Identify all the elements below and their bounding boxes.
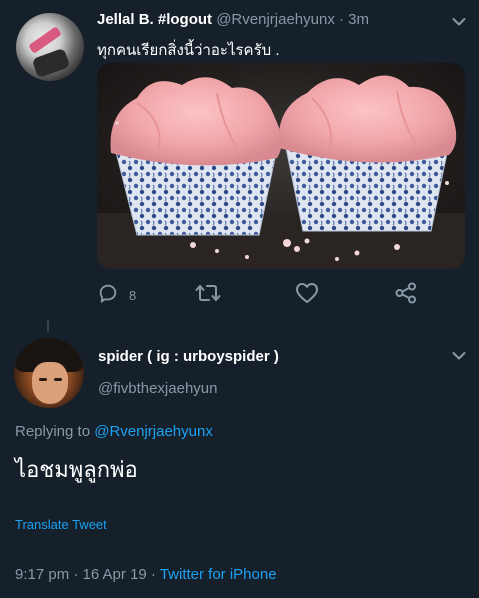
reply-count: 8 — [129, 287, 137, 303]
avatar-face — [32, 362, 68, 404]
avatar[interactable] — [16, 13, 84, 81]
replying-to: Replying to @Rvenjrjaehyunx — [15, 423, 213, 440]
chevron-down-icon[interactable] — [452, 17, 466, 27]
avatar-eye — [54, 378, 62, 381]
replying-to-handle[interactable]: @Rvenjrjaehyunx — [94, 423, 213, 440]
avatar-mask — [31, 47, 71, 79]
tweet-time[interactable]: 3m — [348, 11, 369, 28]
tweet-text: ทุกคนเรียกสิ่งนี้ว่าอะไรครับ . — [97, 42, 280, 59]
reply-button[interactable]: 8 — [97, 282, 136, 308]
tweet-card[interactable]: Jellal B. #logout @Rvenjrjaehyunx · 3m ท… — [0, 0, 479, 330]
source-link[interactable]: Twitter for iPhone — [160, 566, 277, 583]
tweet-actions: 8 — [97, 282, 427, 310]
chevron-down-icon[interactable] — [452, 351, 466, 361]
reply-author-handle[interactable]: @fivbthexjaehyun — [98, 380, 217, 397]
author-handle[interactable]: @Rvenjrjaehyunx — [216, 11, 335, 28]
heart-icon — [295, 282, 319, 309]
like-button[interactable] — [295, 282, 319, 308]
reply-icon — [97, 282, 119, 309]
cupcakes-photo-icon — [97, 75, 465, 269]
share-button[interactable] — [395, 282, 417, 308]
translate-tweet-link[interactable]: Translate Tweet — [15, 517, 107, 532]
tweet-meta: 9:17 pm · 16 Apr 19 · Twitter for iPhone — [15, 566, 277, 583]
tweet-image[interactable] — [97, 63, 465, 269]
reply-avatar[interactable] — [14, 338, 84, 408]
avatar-eye — [39, 378, 47, 381]
retweet-icon — [195, 282, 221, 309]
reply-author-name[interactable]: spider ( ig : urboyspider ) — [98, 348, 279, 365]
replying-to-label: Replying to — [15, 423, 91, 440]
share-icon — [395, 282, 417, 309]
reply-text: ไอชมพูลูกพ่อ — [15, 457, 138, 482]
retweet-button[interactable] — [195, 282, 221, 308]
author-name[interactable]: Jellal B. #logout — [97, 11, 212, 28]
time-separator: · — [339, 11, 344, 28]
timestamp: 9:17 pm · 16 Apr 19 · — [15, 566, 156, 583]
tweet-header: Jellal B. #logout @Rvenjrjaehyunx · 3m — [97, 11, 369, 28]
thread-connector — [47, 320, 49, 332]
